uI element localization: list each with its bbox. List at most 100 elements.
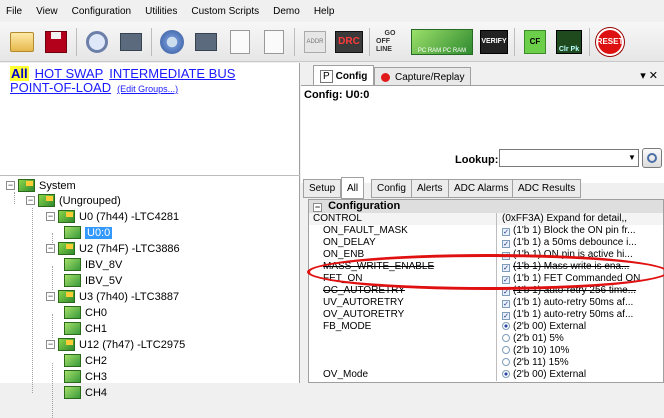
radio-icon[interactable] [502,358,510,366]
tree-node-system[interactable]: − System [6,178,76,193]
checkbox-checked-icon[interactable]: ✓ [502,228,510,236]
config-row-value[interactable]: ✓ (1'b 1) a 50ms debounce i... [499,237,663,249]
config-row[interactable]: ON_DELAY ✓ (1'b 1) a 50ms debounce i... [309,237,663,249]
collapse-icon[interactable]: − [46,244,55,253]
clear-peaks-button[interactable]: Clr Pk [555,28,583,56]
save-button[interactable] [42,28,70,56]
config-row-value[interactable]: (2'b 10) 10% [499,345,663,357]
verify-button[interactable]: VERIFY [480,28,508,56]
config-row-value[interactable]: (2'b 11) 15% [499,357,663,369]
filter-all[interactable]: All [10,66,29,81]
settings-button[interactable] [158,28,186,56]
menu-demo[interactable]: Demo [273,4,300,19]
checkbox-checked-icon[interactable]: ✓ [502,300,510,308]
radio-selected-icon[interactable] [502,370,510,378]
menu-help[interactable]: Help [314,4,335,19]
filter-hot-swap[interactable]: HOT SWAP [35,66,104,81]
tree-node-u3[interactable]: − U3 (7h40) -LTC3887 [46,289,179,304]
drc-button[interactable]: DRC [335,28,363,56]
config-row[interactable]: OV_Mode (2'b 00) External [309,369,663,381]
tree-node-ch0[interactable]: CH0 [64,305,107,320]
tab-config[interactable]: P Config [313,65,375,87]
dropdown-arrow-icon[interactable]: ▼ [626,150,638,166]
gear-icon [160,29,184,54]
chip-config-button[interactable] [192,28,220,56]
radio-selected-icon[interactable] [502,322,510,330]
radio-icon[interactable] [502,334,510,342]
config-row[interactable]: (2'b 11) 15% [309,357,663,369]
collapse-icon[interactable]: − [46,212,55,221]
config-row-value[interactable]: (2'b 00) External [499,321,663,333]
menu-custom-scripts[interactable]: Custom Scripts [191,4,259,19]
panel-menu-close-icons[interactable]: ▾ ✕ [640,69,658,82]
checkbox-checked-icon[interactable]: ✓ [502,240,510,248]
grid-divider [309,357,497,369]
go-offline-button[interactable]: GO OFF LINE [376,28,404,56]
addr-button[interactable]: ADDR [301,28,329,56]
config-row[interactable]: (2'b 10) 10% [309,345,663,357]
tree-node-ibv-5v[interactable]: IBV_5V [64,273,122,288]
collapse-icon[interactable]: − [46,292,55,301]
config-row-value[interactable]: ✓ (1'b 1) auto-retry 50ms af... [499,309,663,321]
config-row[interactable]: FB_MODE (2'b 00) External [309,321,663,333]
tree-node-u2[interactable]: − U2 (7h4F) -LTC3886 [46,241,180,256]
document-button[interactable] [226,28,254,56]
config-row-value-text: (1'b 1) a 50ms debounce i... [513,237,637,248]
clipboard-button[interactable] [260,28,288,56]
config-row[interactable]: (2'b 01) 5% [309,333,663,345]
tab-setup[interactable]: Setup [303,179,342,198]
filter-point-of-load[interactable]: POINT-OF-LOAD [10,80,111,95]
collapse-icon[interactable]: − [313,203,322,212]
config-row-value[interactable]: (0xFF3A) Expand for detail,, [499,213,663,225]
cf-button[interactable]: CF [521,28,549,56]
tab-capture-replay[interactable]: Capture/Replay [374,67,472,86]
menu-utilities[interactable]: Utilities [145,4,177,19]
menu-configuration[interactable]: Configuration [72,4,131,19]
search-device-button[interactable] [83,28,111,56]
config-row-value[interactable]: ✓ (1'b 1) Block the ON pin fr... [499,225,663,237]
tab-adc-alarms[interactable]: ADC Alarms [448,179,515,198]
config-row-name: OV_AUTORETRY [323,309,405,320]
menu-view[interactable]: View [36,4,58,19]
folder-icon [10,31,34,52]
radio-icon[interactable] [502,346,510,354]
checkbox-checked-icon[interactable]: ✓ [502,312,510,320]
add-device-button[interactable] [117,28,145,56]
open-folder-button[interactable] [8,28,36,56]
edit-groups-link[interactable]: (Edit Groups...) [117,84,178,94]
lookup-search-button[interactable] [642,148,662,168]
collapse-icon[interactable]: − [26,196,35,205]
tab-adc-results[interactable]: ADC Results [512,179,582,198]
collapse-icon[interactable]: − [46,340,55,349]
tree-node-ungrouped[interactable]: − (Ungrouped) [26,193,121,208]
device-icon [58,290,75,303]
pin-icon: P [320,70,333,83]
config-row[interactable]: ON_FAULT_MASK ✓ (1'b 1) Block the ON pin f… [309,225,663,237]
tree-node-ch2[interactable]: CH2 [64,353,107,368]
tree-node-u0-0[interactable]: U0:0 [64,225,113,240]
collapse-icon[interactable]: − [6,181,15,190]
tree-node-ch1[interactable]: CH1 [64,321,107,336]
tree-node-ch3[interactable]: CH3 [64,369,107,384]
toolbar-divider [589,27,590,56]
chip-icon [195,32,217,51]
config-row[interactable]: CONTROL (0xFF3A) Expand for detail,, [309,213,663,225]
tab-all[interactable]: All [341,177,365,199]
tree-node-u12[interactable]: − U12 (7h47) -LTC2975 [46,337,185,352]
tree-node-ibv-8v[interactable]: IBV_8V [64,257,122,272]
config-row-value[interactable]: (2'b 01) 5% [499,333,663,345]
menu-file[interactable]: File [6,4,22,19]
tree-node-ch4[interactable]: CH4 [64,385,107,400]
config-row-value[interactable]: ✓ (1'b 1) auto-retry 50ms af... [499,297,663,309]
filter-intermediate-bus[interactable]: INTERMEDIATE BUS [109,66,235,81]
config-row-value[interactable]: (2'b 00) External [499,369,663,381]
tab-alerts[interactable]: Alerts [411,179,449,198]
tree-node-u0[interactable]: − U0 (7h44) -LTC4281 [46,209,179,224]
config-row[interactable]: OV_AUTORETRY ✓ (1'b 1) auto-retry 50ms af.… [309,309,663,321]
tab-config-sub[interactable]: Config [371,179,412,198]
pc-ram-buttons[interactable]: PC RAM PC RAM [410,28,474,56]
config-panel: P Config Capture/Replay ▾ ✕ Config: U0:0… [301,63,664,383]
config-row[interactable]: UV_AUTORETRY ✓ (1'b 1) auto-retry 50ms af.… [309,297,663,309]
reset-button[interactable]: RESET [596,27,624,56]
lookup-combobox[interactable]: ▼ [499,149,639,167]
